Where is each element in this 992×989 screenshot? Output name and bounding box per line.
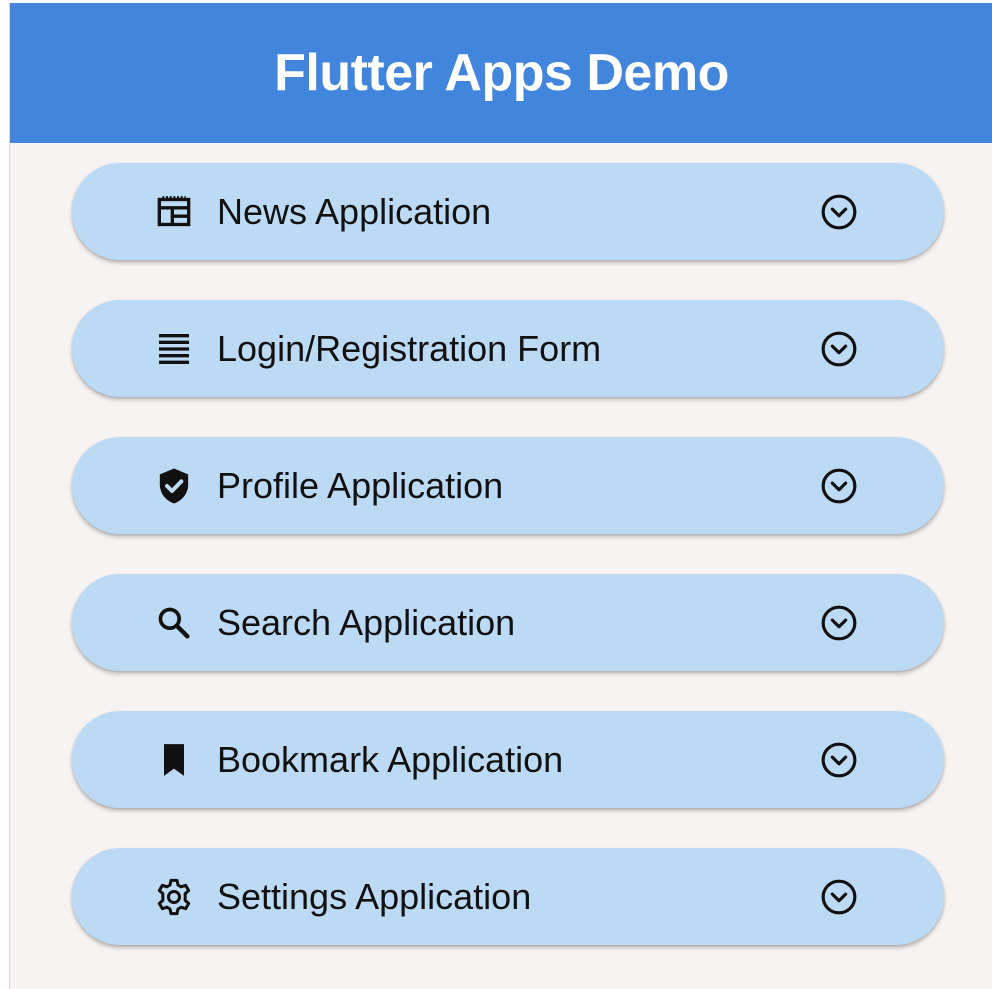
tile-search-application[interactable]: Search Application	[72, 574, 944, 671]
tile-label: News Application	[217, 191, 492, 232]
app-bar: Flutter Apps Demo	[10, 3, 992, 143]
verified-shield-icon	[154, 466, 194, 506]
tile-label: Bookmark Application	[217, 739, 564, 780]
tile-label: Search Application	[217, 602, 516, 643]
tile-label: Profile Application	[217, 465, 504, 506]
search-icon	[154, 603, 194, 643]
tile-settings-application[interactable]: Settings Application	[72, 848, 944, 945]
list-lines-icon	[154, 329, 194, 369]
chevron-down-circle-icon[interactable]	[820, 467, 858, 505]
tile-label: Settings Application	[217, 876, 532, 917]
app-title: Flutter Apps Demo	[274, 44, 729, 102]
tile-login-registration-form[interactable]: Login/Registration Form	[72, 300, 944, 397]
chevron-down-circle-icon[interactable]	[820, 741, 858, 779]
chevron-down-circle-icon[interactable]	[820, 193, 858, 231]
tile-profile-application[interactable]: Profile Application	[72, 437, 944, 534]
bookmark-icon	[154, 740, 194, 780]
gear-icon	[154, 877, 194, 917]
app-screen: Flutter Apps Demo News Application Login…	[9, 3, 992, 989]
tile-news-application[interactable]: News Application	[72, 163, 944, 260]
chevron-down-circle-icon[interactable]	[820, 878, 858, 916]
tile-bookmark-application[interactable]: Bookmark Application	[72, 711, 944, 808]
chevron-down-circle-icon[interactable]	[820, 604, 858, 642]
chevron-down-circle-icon[interactable]	[820, 330, 858, 368]
newspaper-icon	[154, 192, 194, 232]
tile-label: Login/Registration Form	[217, 328, 602, 369]
